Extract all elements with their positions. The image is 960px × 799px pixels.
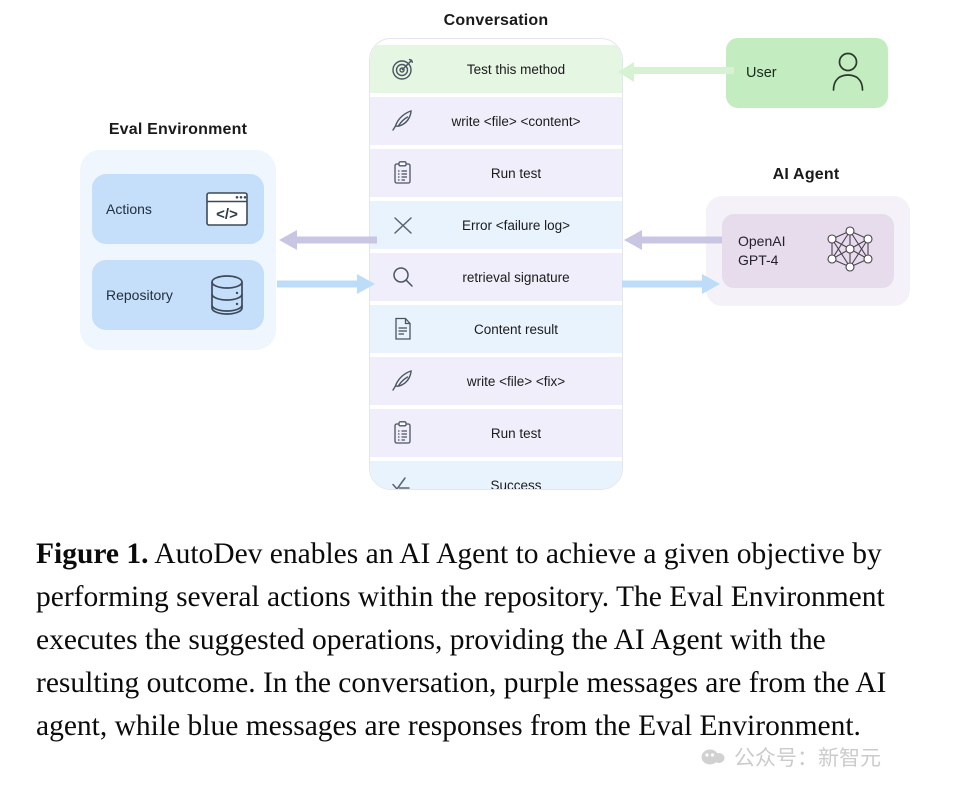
message-text: write <file> <fix> (466, 373, 566, 389)
arrow-user-to-conversation (618, 62, 734, 82)
eval-card-repository-label: Repository (106, 287, 173, 303)
watermark-logo-icon (700, 747, 726, 767)
list-item[interactable]: Content result (370, 305, 622, 353)
clipboard-icon (386, 416, 420, 450)
quill-icon (386, 364, 420, 398)
message-text: Run test (490, 165, 542, 181)
person-icon (828, 50, 868, 97)
eval-card-repository[interactable]: Repository (92, 260, 264, 330)
database-icon (204, 272, 250, 318)
message-text: Run test (490, 425, 542, 441)
list-item[interactable]: retrieval signature (370, 253, 622, 301)
message-text: write <file> <content> (451, 113, 581, 129)
conversation-panel: Test this method write <file> <content> … (369, 38, 623, 490)
list-item[interactable]: Error <failure log> (370, 201, 622, 249)
clipboard-icon (386, 156, 420, 190)
checklist-icon (386, 468, 420, 489)
arrow-conversation-to-agent (622, 274, 720, 294)
figure-caption: Figure 1. AutoDev enables an AI Agent to… (36, 533, 924, 748)
list-item[interactable]: Test this method (370, 45, 622, 93)
list-item[interactable]: write <file> <fix> (370, 357, 622, 405)
target-icon (386, 52, 420, 86)
user-label: User (746, 65, 777, 81)
message-text: Test this method (466, 61, 566, 77)
neural-network-icon (822, 221, 878, 282)
model-name-line2: GPT-4 (738, 252, 779, 268)
ai-agent-model-card[interactable]: OpenAI GPT-4 (722, 214, 894, 288)
svg-text:</>: </> (216, 206, 238, 223)
ai-agent-title: AI Agent (772, 166, 840, 183)
arrow-conversation-to-eval (279, 230, 377, 250)
eval-card-actions[interactable]: Actions </> (92, 174, 264, 244)
list-item[interactable]: write <file> <content> (370, 97, 622, 145)
document-icon (386, 312, 420, 346)
message-text: Error <failure log> (461, 217, 571, 233)
figure-caption-text: AutoDev enables an AI Agent to achieve a… (36, 538, 887, 742)
message-text: Success (490, 477, 542, 490)
eval-environment-title: Eval Environment (108, 121, 248, 138)
list-item[interactable]: Run test (370, 409, 622, 457)
list-item[interactable]: Run test (370, 149, 622, 197)
arrow-agent-to-conversation (624, 230, 722, 250)
x-icon (386, 208, 420, 242)
arrow-eval-to-conversation (277, 274, 375, 294)
user-box[interactable]: User (726, 38, 888, 108)
ai-agent-model-label: OpenAI GPT-4 (738, 232, 822, 270)
code-window-icon: </> (204, 186, 250, 232)
conversation-title: Conversation (443, 12, 549, 29)
figure-caption-label: Figure 1. (36, 538, 149, 570)
model-name-line1: OpenAI (738, 233, 786, 250)
message-text: retrieval signature (462, 269, 570, 285)
eval-card-actions-label: Actions (106, 201, 152, 217)
search-icon (386, 260, 420, 294)
quill-icon (386, 104, 420, 138)
list-item[interactable]: Success (370, 461, 622, 490)
eval-environment-panel: Actions </> Repository (80, 150, 276, 350)
message-text: Content result (473, 321, 559, 337)
ai-agent-panel: OpenAI GPT-4 (706, 196, 910, 306)
